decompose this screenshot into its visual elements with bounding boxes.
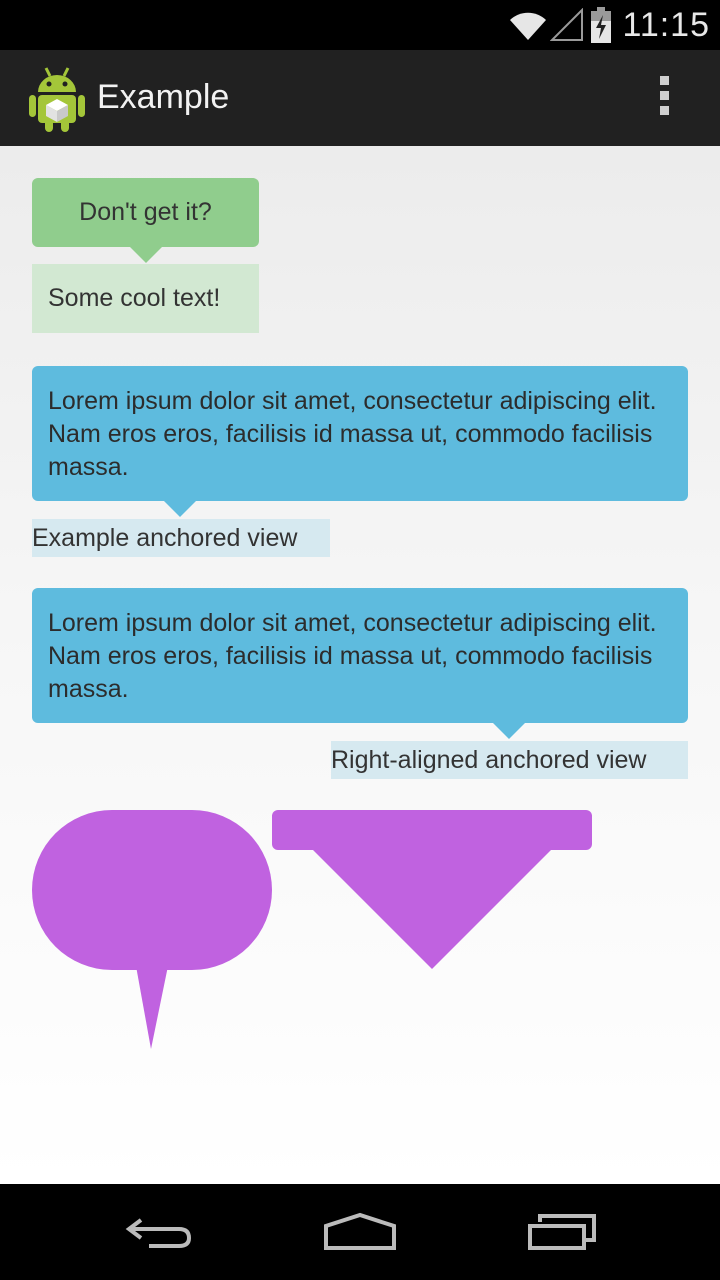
recent-apps-button[interactable] xyxy=(492,1184,632,1280)
back-button[interactable] xyxy=(90,1184,230,1280)
dropdown-arrow-shape[interactable] xyxy=(272,810,592,969)
purple-shapes xyxy=(32,810,592,1049)
home-icon xyxy=(324,1212,396,1250)
home-button[interactable] xyxy=(290,1184,430,1280)
speech-bubble-shape[interactable] xyxy=(32,810,272,1049)
recent-apps-icon xyxy=(528,1214,596,1250)
back-icon xyxy=(125,1218,192,1248)
navigation-bar xyxy=(0,1184,720,1280)
